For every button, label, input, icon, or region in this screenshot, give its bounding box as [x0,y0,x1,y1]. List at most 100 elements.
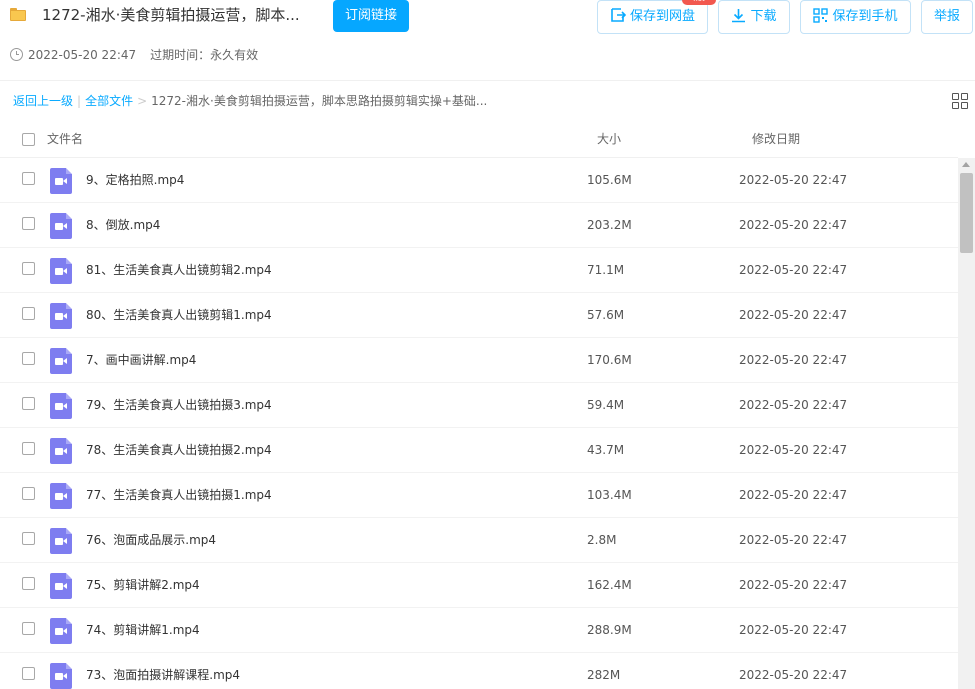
table-row[interactable]: 8、倒放.mp4 203.2M 2022-05-20 22:47 [0,203,958,248]
file-name[interactable]: 74、剪辑讲解1.mp4 [86,622,200,638]
row-checkbox[interactable] [22,217,35,230]
row-checkbox[interactable] [22,352,35,365]
row-checkbox[interactable] [22,172,35,185]
file-name[interactable]: 7、画中画讲解.mp4 [86,352,196,368]
subscribe-button[interactable]: 订阅链接 [333,0,409,32]
file-name[interactable]: 73、泡面拍摄讲解课程.mp4 [86,667,240,683]
video-file-icon [50,528,72,554]
grid-view-icon[interactable] [952,93,969,110]
table-row[interactable]: 81、生活美食真人出镜剪辑2.mp4 71.1M 2022-05-20 22:47 [0,248,958,293]
table-row[interactable]: 7、画中画讲解.mp4 170.6M 2022-05-20 22:47 [0,338,958,383]
file-name[interactable]: 77、生活美食真人出镜拍摄1.mp4 [86,487,272,503]
table-row[interactable]: 80、生活美食真人出镜剪辑1.mp4 57.6M 2022-05-20 22:47 [0,293,958,338]
scroll-thumb[interactable] [960,173,973,253]
file-name[interactable]: 9、定格拍照.mp4 [86,172,184,188]
save-to-disk-icon [611,8,627,22]
file-name[interactable]: 75、剪辑讲解2.mp4 [86,577,200,593]
table-row[interactable]: 78、生活美食真人出镜拍摄2.mp4 43.7M 2022-05-20 22:47 [0,428,958,473]
scrollbar[interactable] [958,158,975,689]
header-divider [0,80,975,81]
file-size: 162.4M [587,578,632,592]
table-row[interactable]: 9、定格拍照.mp4 105.6M 2022-05-20 22:47 [0,158,958,203]
file-size: 43.7M [587,443,625,457]
file-date: 2022-05-20 22:47 [739,173,848,187]
file-date: 2022-05-20 22:47 [739,443,848,457]
table-row[interactable]: 73、泡面拍摄讲解课程.mp4 282M 2022-05-20 22:47 [0,653,958,689]
row-checkbox[interactable] [22,532,35,545]
expire-time: 过期时间：永久有效 [150,48,259,62]
table-row[interactable]: 76、泡面成品展示.mp4 2.8M 2022-05-20 22:47 [0,518,958,563]
row-checkbox[interactable] [22,577,35,590]
row-checkbox[interactable] [22,262,35,275]
file-size: 57.6M [587,308,625,322]
table-header: 文件名 大小 修改日期 [0,120,958,158]
breadcrumb-back-link[interactable]: 返回上一级 [13,94,73,108]
report-button[interactable]: 举报 [921,0,973,34]
column-name-header[interactable]: 文件名 [47,131,83,147]
row-checkbox[interactable] [22,397,35,410]
column-size-header[interactable]: 大小 [597,131,621,147]
video-file-icon [50,168,72,194]
breadcrumb-current: 1272-湘水·美食剪辑拍摄运营，脚本思路拍摄剪辑实操+基础... [151,94,488,108]
select-all-checkbox[interactable] [22,133,35,146]
file-name[interactable]: 8、倒放.mp4 [86,217,160,233]
share-meta: 2022-05-20 22:47 过期时间：永久有效 [10,47,258,63]
column-date-header[interactable]: 修改日期 [752,131,800,147]
table-row[interactable]: 77、生活美食真人出镜拍摄1.mp4 103.4M 2022-05-20 22:47 [0,473,958,518]
breadcrumb-separator: | [77,94,82,108]
breadcrumb-all-files-link[interactable]: 全部文件 [85,94,133,108]
folder-icon [10,8,26,21]
file-date: 2022-05-20 22:47 [739,668,848,682]
video-file-icon [50,348,72,374]
clock-icon [10,48,23,61]
video-file-icon [50,573,72,599]
save-to-phone-label: 保存到手机 [832,9,898,24]
video-file-icon [50,618,72,644]
file-list: 9、定格拍照.mp4 105.6M 2022-05-20 22:47 8、倒放.mp4… [0,158,958,689]
save-to-phone-button[interactable]: 保存到手机 [800,0,911,34]
file-date: 2022-05-20 22:47 [739,263,848,277]
file-date: 2022-05-20 22:47 [739,218,848,232]
share-title: 1272-湘水·美食剪辑拍摄运营，脚本... [42,6,300,24]
video-file-icon [50,213,72,239]
save-to-disk-button[interactable]: 保存到网盘 [597,0,708,34]
file-name[interactable]: 76、泡面成品展示.mp4 [86,532,216,548]
row-checkbox[interactable] [22,622,35,635]
video-file-icon [50,393,72,419]
file-date: 2022-05-20 22:47 [739,533,848,547]
qr-code-icon [813,8,829,23]
file-size: 103.4M [587,488,632,502]
scroll-up-arrow-icon[interactable] [962,162,970,167]
file-date: 2022-05-20 22:47 [739,623,848,637]
row-checkbox[interactable] [22,487,35,500]
video-file-icon [50,438,72,464]
file-name[interactable]: 80、生活美食真人出镜剪辑1.mp4 [86,307,272,323]
file-size: 71.1M [587,263,625,277]
file-date: 2022-05-20 22:47 [739,578,848,592]
table-row[interactable]: 75、剪辑讲解2.mp4 162.4M 2022-05-20 22:47 [0,563,958,608]
video-file-icon [50,258,72,284]
created-time: 2022-05-20 22:47 [28,48,137,62]
row-checkbox[interactable] [22,442,35,455]
row-checkbox[interactable] [22,307,35,320]
file-size: 203.2M [587,218,632,232]
video-file-icon [50,663,72,689]
file-size: 2.8M [587,533,617,547]
file-size: 105.6M [587,173,632,187]
row-checkbox[interactable] [22,667,35,680]
file-date: 2022-05-20 22:47 [739,488,848,502]
file-date: 2022-05-20 22:47 [739,308,848,322]
file-size: 170.6M [587,353,632,367]
download-icon [732,9,746,23]
file-name[interactable]: 81、生活美食真人出镜剪辑2.mp4 [86,262,272,278]
file-size: 59.4M [587,398,625,412]
file-name[interactable]: 78、生活美食真人出镜拍摄2.mp4 [86,442,272,458]
download-button[interactable]: 下载 [718,0,790,34]
file-size: 282M [587,668,621,682]
file-name[interactable]: 79、生活美食真人出镜拍摄3.mp4 [86,397,272,413]
file-date: 2022-05-20 22:47 [739,353,848,367]
file-size: 288.9M [587,623,632,637]
table-row[interactable]: 74、剪辑讲解1.mp4 288.9M 2022-05-20 22:47 [0,608,958,653]
download-label: 下载 [750,9,777,24]
table-row[interactable]: 79、生活美食真人出镜拍摄3.mp4 59.4M 2022-05-20 22:47 [0,383,958,428]
